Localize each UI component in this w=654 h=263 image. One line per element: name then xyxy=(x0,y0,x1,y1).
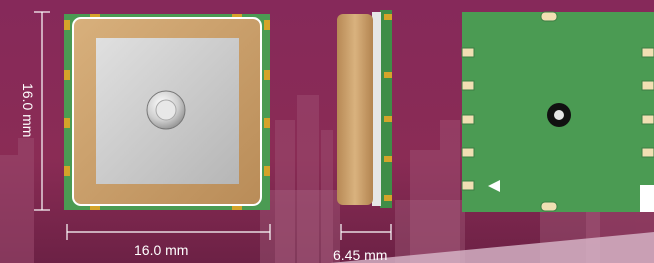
antenna-front-view xyxy=(64,14,270,210)
dimension-height-label: 16.0 mm xyxy=(20,83,36,138)
dimension-width-label: 16.0 mm xyxy=(134,242,189,258)
product-illustration xyxy=(0,0,654,263)
dimension-thickness-label: 6.45 mm xyxy=(333,247,388,263)
antenna-bottom-view xyxy=(461,11,654,212)
antenna-side-view xyxy=(337,10,392,208)
